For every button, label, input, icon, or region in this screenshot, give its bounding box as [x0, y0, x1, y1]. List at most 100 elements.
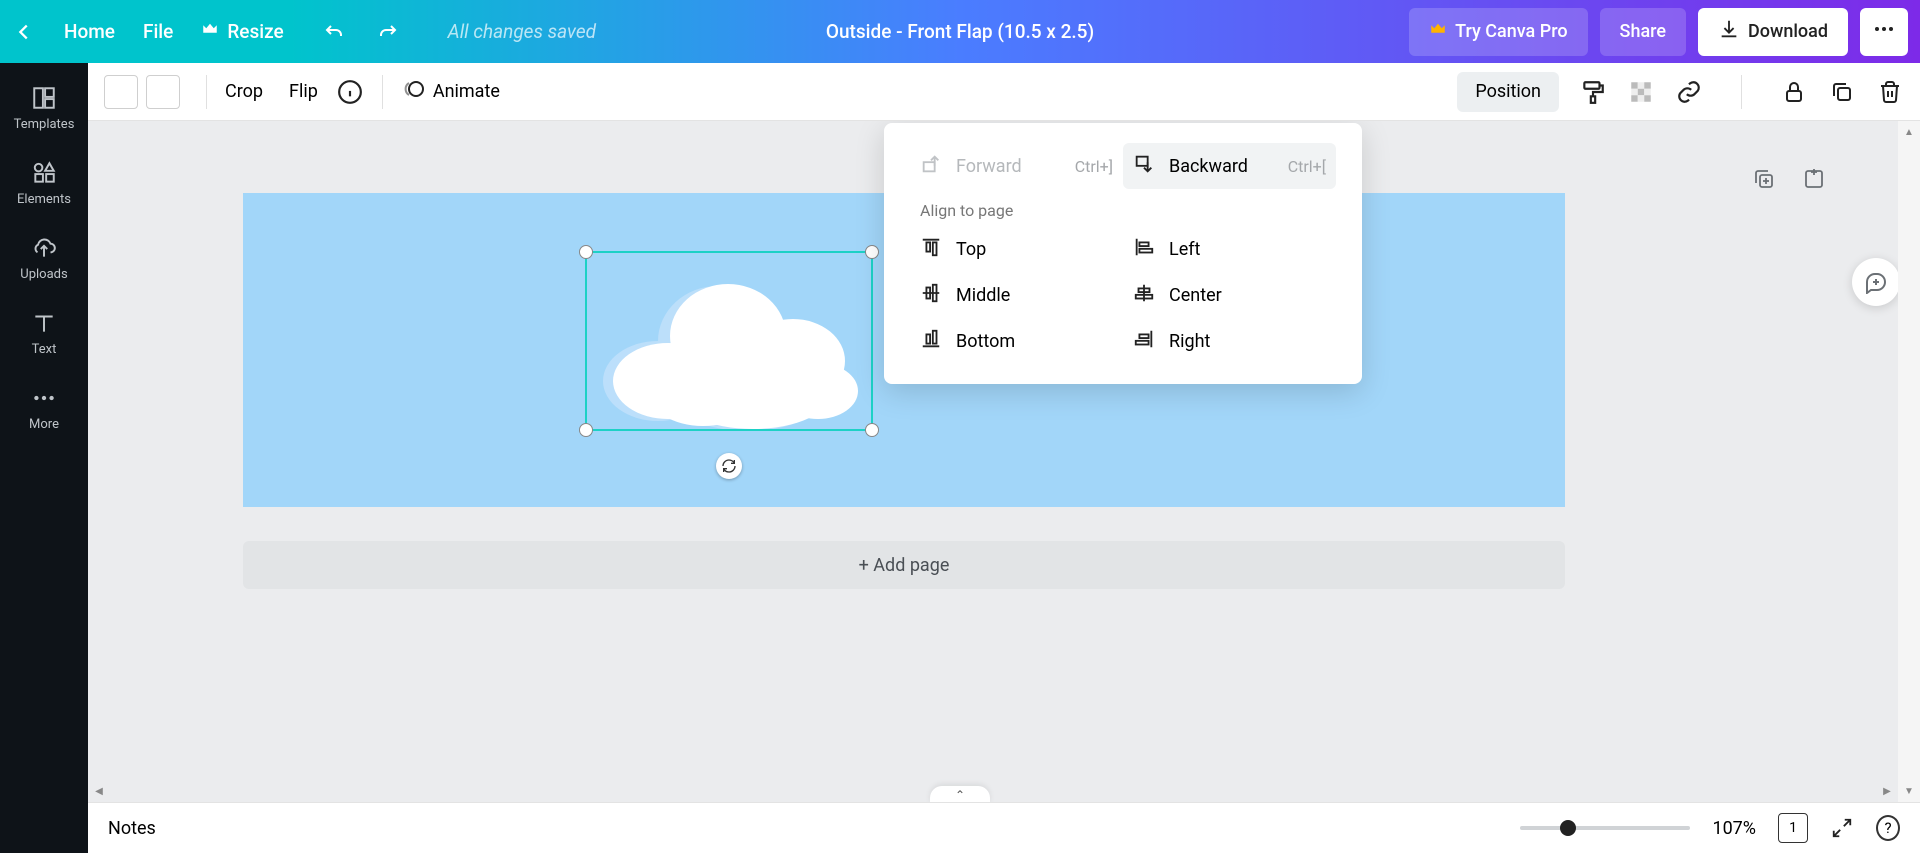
- more-menu-button[interactable]: [1860, 8, 1908, 56]
- duplicate-button[interactable]: [1828, 78, 1856, 106]
- notes-button[interactable]: Notes: [108, 818, 156, 839]
- sidebar-label: More: [29, 417, 59, 432]
- align-bottom-button[interactable]: Bottom: [910, 318, 1123, 364]
- selection-box[interactable]: [585, 251, 873, 431]
- info-button[interactable]: [336, 78, 364, 106]
- sidebar-item-elements[interactable]: Elements: [0, 146, 88, 221]
- zoom-slider-thumb[interactable]: [1560, 820, 1576, 836]
- sidebar-item-more[interactable]: More: [0, 371, 88, 446]
- try-canva-pro-button[interactable]: Try Canva Pro: [1409, 8, 1587, 56]
- help-button[interactable]: ?: [1876, 816, 1900, 840]
- download-button[interactable]: Download: [1698, 8, 1848, 56]
- transparency-button[interactable]: [1627, 78, 1655, 106]
- backward-label: Backward: [1169, 156, 1248, 177]
- rotate-handle[interactable]: [716, 453, 742, 479]
- align-left-button[interactable]: Left: [1123, 226, 1336, 272]
- align-center-button[interactable]: Center: [1123, 272, 1336, 318]
- elements-icon: [31, 160, 57, 186]
- fill-color-swatch-2[interactable]: [146, 75, 180, 109]
- undo-redo-group: [322, 20, 400, 44]
- try-pro-label: Try Canva Pro: [1455, 21, 1567, 42]
- align-right-label: Right: [1169, 331, 1210, 352]
- align-middle-label: Middle: [956, 285, 1010, 306]
- align-center-label: Center: [1169, 285, 1222, 306]
- duplicate-page-button[interactable]: [1750, 165, 1778, 193]
- add-comment-button[interactable]: [1852, 258, 1900, 306]
- vertical-scrollbar[interactable]: ▲ ▼: [1898, 121, 1920, 802]
- page-indicator[interactable]: 1: [1778, 813, 1808, 843]
- rotate-icon: [721, 458, 737, 474]
- home-button[interactable]: Home: [64, 20, 115, 43]
- align-left-label: Left: [1169, 239, 1200, 260]
- templates-icon: [31, 85, 57, 111]
- topbar-left-group: Home File Resize All changes saved: [12, 20, 596, 44]
- lock-button[interactable]: [1780, 78, 1808, 106]
- animate-button[interactable]: Animate: [401, 77, 500, 106]
- zoom-slider[interactable]: [1520, 826, 1690, 830]
- scroll-down-arrow[interactable]: ▼: [1898, 780, 1920, 802]
- topbar-right-group: Try Canva Pro Share Download: [1409, 8, 1908, 56]
- back-chevron-icon[interactable]: [12, 20, 36, 44]
- save-status: All changes saved: [448, 20, 596, 43]
- transparency-icon: [1628, 79, 1654, 105]
- fill-color-swatch[interactable]: [104, 75, 138, 109]
- crop-button[interactable]: Crop: [225, 81, 263, 102]
- sidebar-label: Elements: [17, 192, 71, 207]
- resize-handle-bl[interactable]: [579, 423, 593, 437]
- resize-button[interactable]: Resize: [201, 20, 283, 43]
- download-icon: [1718, 18, 1740, 45]
- position-button[interactable]: Position: [1457, 72, 1559, 112]
- file-menu[interactable]: File: [143, 20, 173, 43]
- backward-shortcut: Ctrl+[: [1288, 157, 1326, 176]
- horizontal-scrollbar[interactable]: ◀ ▶: [88, 780, 1898, 802]
- align-top-label: Top: [956, 239, 986, 260]
- align-right-button[interactable]: Right: [1123, 318, 1336, 364]
- align-bottom-icon: [920, 328, 942, 355]
- flip-button[interactable]: Flip: [289, 81, 318, 102]
- add-page-button[interactable]: + Add page: [243, 541, 1565, 589]
- document-title[interactable]: Outside - Front Flap (10.5 x 2.5): [826, 20, 1094, 43]
- sidebar-item-uploads[interactable]: Uploads: [0, 221, 88, 296]
- scroll-right-arrow[interactable]: ▶: [1876, 780, 1898, 802]
- sidebar-item-templates[interactable]: Templates: [0, 71, 88, 146]
- animate-icon: [401, 77, 425, 106]
- top-navbar: Home File Resize All changes saved Outsi…: [0, 0, 1920, 63]
- canvas-area[interactable]: Forward Ctrl+] Backward Ctrl+[ Align to …: [88, 121, 1898, 802]
- align-middle-button[interactable]: Middle: [910, 272, 1123, 318]
- align-top-icon: [920, 236, 942, 263]
- forward-icon: [920, 153, 942, 180]
- fullscreen-button[interactable]: [1830, 816, 1854, 840]
- align-middle-icon: [920, 282, 942, 309]
- duplicate-icon: [1830, 80, 1854, 104]
- backward-button[interactable]: Backward Ctrl+[: [1123, 143, 1336, 189]
- share-button[interactable]: Share: [1600, 8, 1686, 56]
- undo-button[interactable]: [322, 20, 346, 44]
- download-label: Download: [1748, 21, 1828, 42]
- position-dropdown: Forward Ctrl+] Backward Ctrl+[ Align to …: [884, 123, 1362, 384]
- divider: [382, 75, 383, 109]
- resize-handle-tr[interactable]: [865, 245, 879, 259]
- scroll-left-arrow[interactable]: ◀: [88, 780, 110, 802]
- copy-style-button[interactable]: [1579, 78, 1607, 106]
- divider: [1741, 75, 1742, 109]
- link-icon: [1676, 79, 1702, 105]
- add-page-icon-button[interactable]: [1800, 165, 1828, 193]
- left-sidebar: Templates Elements Uploads Text More: [0, 63, 88, 853]
- sidebar-label: Text: [32, 342, 57, 357]
- text-icon: [31, 310, 57, 336]
- sidebar-item-text[interactable]: Text: [0, 296, 88, 371]
- delete-button[interactable]: [1876, 78, 1904, 106]
- link-button[interactable]: [1675, 78, 1703, 106]
- resize-handle-tl[interactable]: [579, 245, 593, 259]
- zoom-percent[interactable]: 107%: [1712, 818, 1756, 839]
- align-top-button[interactable]: Top: [910, 226, 1123, 272]
- redo-button[interactable]: [376, 20, 400, 44]
- help-icon: ?: [1876, 815, 1900, 841]
- scroll-up-arrow[interactable]: ▲: [1898, 121, 1920, 143]
- resize-handle-br[interactable]: [865, 423, 879, 437]
- more-horizontal-icon: [1872, 17, 1896, 46]
- backward-icon: [1133, 153, 1155, 180]
- align-section-label: Align to page: [920, 201, 1336, 220]
- forward-button: Forward Ctrl+]: [910, 143, 1123, 189]
- uploads-icon: [31, 235, 57, 261]
